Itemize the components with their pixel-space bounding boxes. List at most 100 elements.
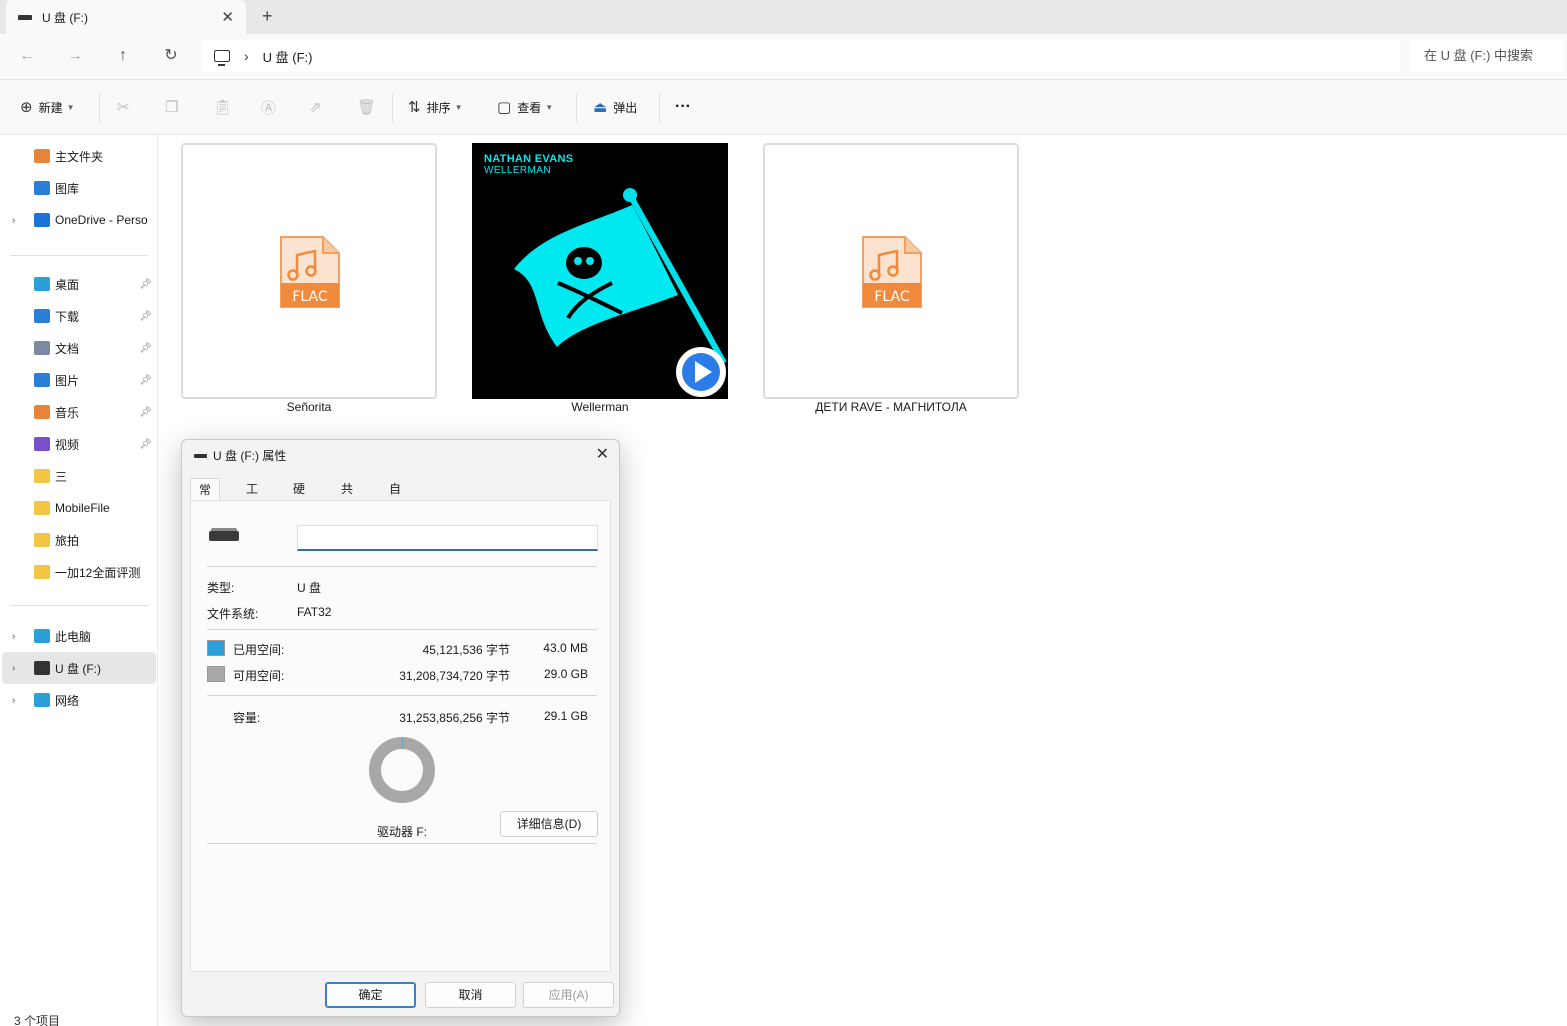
sidebar-item-item[interactable]: 图库 xyxy=(2,172,156,204)
folder-icon xyxy=(34,565,50,579)
toolbar-divider xyxy=(392,94,393,122)
sort-button[interactable]: ⇅ 排序 ▼ xyxy=(408,96,463,118)
video-icon xyxy=(34,437,50,451)
sidebar-item-item[interactable]: 主文件夹 xyxy=(2,140,156,172)
sidebar-item-item[interactable]: 下载 📌︎ xyxy=(2,300,156,332)
share-icon: ⇗ xyxy=(309,99,322,116)
sort-label: 排序 xyxy=(426,100,451,115)
tab-customize[interactable]: 自定义 xyxy=(381,478,409,540)
file-tile-senorita[interactable]: FLAC xyxy=(181,143,437,399)
view-label: 查看 xyxy=(517,100,542,115)
tab-tools[interactable]: 工具 xyxy=(238,478,266,518)
ok-button[interactable]: 确定 xyxy=(325,982,416,1008)
file-name-senorita[interactable]: Señorita xyxy=(181,400,437,414)
folder-icon xyxy=(34,533,50,547)
sidebar-item-12[interactable]: 一加12全面评测 xyxy=(2,556,156,588)
expand-chevron-icon[interactable]: › xyxy=(12,695,15,706)
expand-chevron-icon[interactable]: › xyxy=(12,215,15,226)
divider xyxy=(207,566,597,567)
file-tile-wellerman[interactable]: NATHAN EVANS WELLERMAN xyxy=(472,143,728,399)
sidebar-item-u-f[interactable]: › U 盘 (F:) xyxy=(2,652,156,684)
sidebar-item-item[interactable]: › 网络 xyxy=(2,684,156,716)
this-pc-icon xyxy=(34,629,50,643)
usb-drive-icon xyxy=(18,14,32,20)
sidebar-item-item[interactable]: 三 xyxy=(2,460,156,492)
pin-icon: 📌︎ xyxy=(139,278,152,290)
dialog-close-icon[interactable]: ✕ xyxy=(596,444,609,464)
sidebar-item-item[interactable]: 文档 📌︎ xyxy=(2,332,156,364)
eject-button[interactable]: ⏏ 弹出 xyxy=(593,96,637,118)
view-button[interactable]: ▢ 查看 ▼ xyxy=(497,96,553,118)
sidebar-item-item[interactable]: 旅拍 xyxy=(2,524,156,556)
rename-button[interactable]: Ⓐ xyxy=(261,96,282,118)
sidebar-item-item[interactable]: 音乐 📌︎ xyxy=(2,396,156,428)
more-options-button[interactable]: ··· xyxy=(675,96,691,118)
computer-icon[interactable] xyxy=(214,50,230,66)
forward-arrow-icon[interactable]: → xyxy=(62,44,88,68)
address-bar[interactable]: › U 盘 (F:) xyxy=(202,40,1400,72)
pin-icon: 📌︎ xyxy=(139,406,152,418)
up-arrow-icon[interactable]: ↑ xyxy=(110,44,136,68)
cut-button[interactable]: ✂ xyxy=(117,96,136,118)
command-bar: ⊕ 新建 ▼ ✂ ❐ 📋︎ Ⓐ ⇗ 🗑︎ ⇅ 排序 ▼ ▢ 查看 ▼ ⏏ 弹出 … xyxy=(0,80,1567,135)
details-button[interactable]: 详细信息(D) xyxy=(500,811,598,837)
navigation-pane: 主文件夹 图库 › OneDrive - Perso 桌面 📌︎ 下载 📌︎ 文档 📌︎ 图片 📌︎ 音… xyxy=(0,135,158,1026)
copy-button[interactable]: ❐ xyxy=(165,96,184,118)
folder-icon xyxy=(34,469,50,483)
chevron-down-icon: ▼ xyxy=(545,102,554,112)
type-label: 类型: xyxy=(207,581,235,595)
filesystem-value: FAT32 xyxy=(297,605,332,619)
file-tile-magnitola[interactable]: FLAC xyxy=(763,143,1019,399)
sidebar-item-label: OneDrive - Perso xyxy=(55,213,148,227)
used-space-bytes: 45,121,536 字节 xyxy=(422,643,510,657)
tab-hardware[interactable]: 硬件 xyxy=(285,478,313,518)
close-tab-icon[interactable]: ✕ xyxy=(221,8,234,26)
tab-sharing[interactable]: 共享 xyxy=(333,478,361,518)
new-tab-button[interactable]: + xyxy=(262,6,273,27)
expand-chevron-icon[interactable]: › xyxy=(12,631,15,642)
sidebar-item-label: 此电脑 xyxy=(55,629,92,644)
home-icon xyxy=(34,149,50,163)
tab-u-drive[interactable]: U 盘 (F:) ✕ xyxy=(6,0,246,34)
chevron-down-icon: ▼ xyxy=(66,102,75,112)
toolbar-divider xyxy=(576,94,577,122)
share-button[interactable]: ⇗ xyxy=(309,96,328,118)
free-space-bytes: 31,208,734,720 字节 xyxy=(399,669,510,683)
new-button[interactable]: ⊕ 新建 ▼ xyxy=(20,96,75,118)
refresh-icon[interactable]: ↻ xyxy=(158,44,184,68)
address-bar-row: ← → ↑ ↻ › U 盘 (F:) 在 U 盘 (F:) 中搜索 xyxy=(0,34,1567,80)
used-space-swatch xyxy=(207,640,225,656)
file-name-magnitola[interactable]: ДЕТИ RAVE - МАГНИТОЛА xyxy=(763,400,1019,414)
sidebar-item-item[interactable]: 桌面 📌︎ xyxy=(2,268,156,300)
paste-button[interactable]: 📋︎ xyxy=(213,96,238,118)
delete-button[interactable]: 🗑︎ xyxy=(357,96,382,118)
sidebar-item-label: 旅拍 xyxy=(55,533,80,548)
toolbar-divider xyxy=(99,94,100,122)
toolbar-divider xyxy=(659,94,660,122)
file-name-wellerman[interactable]: Wellerman xyxy=(472,400,728,414)
gallery-icon xyxy=(34,181,50,195)
apply-button[interactable]: 应用(A) xyxy=(523,982,614,1008)
sidebar-item-mobilefile[interactable]: MobileFile xyxy=(2,492,156,524)
breadcrumb-chevron-icon[interactable]: › xyxy=(244,48,249,64)
tab-general[interactable]: 常规 xyxy=(190,478,221,519)
folder-icon xyxy=(34,501,50,515)
cancel-button[interactable]: 取消 xyxy=(425,982,516,1008)
sidebar-item-item[interactable]: 视频 📌︎ xyxy=(2,428,156,460)
type-value: U 盘 xyxy=(297,581,322,595)
sidebar-item-item[interactable]: › 此电脑 xyxy=(2,620,156,652)
breadcrumb-u-drive[interactable]: U 盘 (F:) xyxy=(263,47,313,66)
pin-icon: 📌︎ xyxy=(139,310,152,322)
onedrive-icon xyxy=(34,213,50,227)
free-space-swatch xyxy=(207,666,225,682)
pin-icon: 📌︎ xyxy=(139,438,152,450)
expand-chevron-icon[interactable]: › xyxy=(12,663,15,674)
sidebar-item-onedrive-perso[interactable]: › OneDrive - Perso xyxy=(2,204,156,236)
sidebar-item-item[interactable]: 图片 📌︎ xyxy=(2,364,156,396)
search-input[interactable]: 在 U 盘 (F:) 中搜索 xyxy=(1410,40,1564,72)
volume-label-input[interactable] xyxy=(297,525,598,551)
music-icon xyxy=(34,405,50,419)
network-icon xyxy=(34,693,50,707)
copy-icon: ❐ xyxy=(165,99,179,116)
back-arrow-icon[interactable]: ← xyxy=(14,44,40,68)
